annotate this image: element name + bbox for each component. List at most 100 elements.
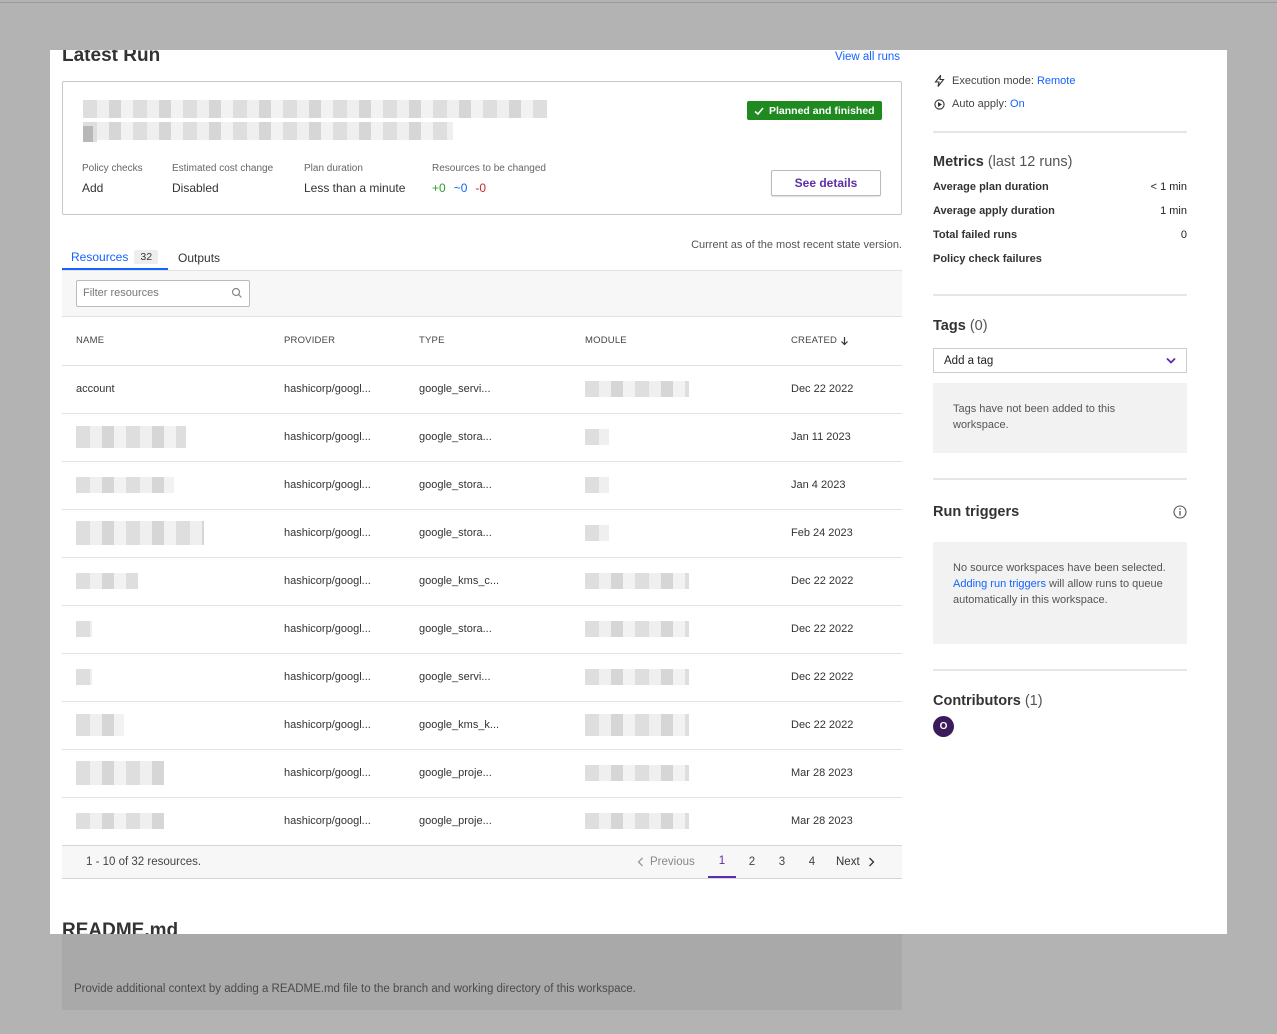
metric-row: Total failed runs 0: [933, 229, 1187, 241]
cell-name[interactable]: account: [62, 365, 270, 414]
cell-type: google_servi...: [405, 653, 571, 702]
see-details-button[interactable]: See details: [771, 170, 881, 196]
name-redacted: [76, 669, 92, 685]
tab-outputs[interactable]: Outputs: [178, 245, 220, 270]
cell-name[interactable]: [62, 749, 270, 798]
cell-created: Jan 4 2023: [777, 461, 902, 510]
name-redacted: [76, 573, 138, 589]
metric-row: Average apply duration 1 min: [933, 205, 1187, 217]
table-row[interactable]: hashicorp/googl... google_proje... Mar 2…: [62, 797, 902, 846]
sidebar-divider: [933, 294, 1187, 296]
table-row[interactable]: hashicorp/googl... google_proje... Mar 2…: [62, 749, 902, 798]
col-name[interactable]: NAME: [62, 317, 270, 366]
table-row[interactable]: hashicorp/googl... google_stora... Jan 4…: [62, 461, 902, 510]
cell-type: google_stora...: [405, 413, 571, 462]
adding-run-triggers-link[interactable]: Adding run triggers: [953, 578, 1046, 590]
resources-changed-label: Resources to be changed: [432, 163, 546, 174]
page-1-button[interactable]: 1: [708, 846, 736, 878]
check-icon: [754, 106, 764, 115]
table-header-row: NAME PROVIDER TYPE MODULE CREATED: [62, 317, 902, 366]
col-module[interactable]: MODULE: [571, 317, 777, 366]
col-created[interactable]: CREATED: [777, 317, 902, 366]
page-3-button[interactable]: 3: [776, 846, 788, 878]
col-provider[interactable]: PROVIDER: [270, 317, 405, 366]
cell-created: Jan 11 2023: [777, 413, 902, 462]
lightning-icon: [934, 75, 945, 87]
metric-label: Policy check failures: [933, 253, 1042, 265]
policy-checks-value: Add: [82, 181, 104, 195]
readme-box-dimmed: [62, 934, 902, 1010]
auto-apply-label: Auto apply:: [952, 98, 1008, 110]
table-row[interactable]: hashicorp/googl... google_kms_c... Dec 2…: [62, 557, 902, 606]
cell-name[interactable]: [62, 557, 270, 606]
col-type[interactable]: TYPE: [405, 317, 571, 366]
cell-type: google_kms_c...: [405, 557, 571, 606]
tags-heading: Tags (0): [933, 318, 988, 334]
cell-created: Feb 24 2023: [777, 509, 902, 558]
tags-count: (0): [969, 318, 988, 334]
cell-type: google_proje...: [405, 749, 571, 798]
tab-resources-label: Resources: [71, 249, 129, 264]
cell-name[interactable]: [62, 653, 270, 702]
cell-type: google_proje...: [405, 797, 571, 846]
cell-type: google_stora...: [405, 605, 571, 654]
cell-name[interactable]: [62, 413, 270, 462]
cell-module: [571, 413, 777, 462]
policy-checks-label: Policy checks: [82, 163, 143, 174]
auto-apply-link[interactable]: On: [1010, 98, 1025, 110]
filter-bar: Filter resources: [62, 270, 902, 317]
add-tag-select[interactable]: Add a tag: [933, 348, 1187, 373]
chevron-left-icon: [637, 857, 643, 867]
name-redacted: [76, 813, 164, 829]
cell-name[interactable]: [62, 797, 270, 846]
view-all-runs-link[interactable]: View all runs: [835, 51, 900, 63]
workspace-panel: Latest Run View all runs Planned and fin…: [50, 50, 1227, 984]
search-icon: [231, 287, 242, 298]
previous-page-button[interactable]: Previous: [637, 846, 695, 878]
module-redacted: [585, 765, 689, 781]
resource-tabs: Resources 32 Outputs Current as of the m…: [62, 239, 902, 270]
add-tag-label: Add a tag: [944, 354, 994, 367]
tags-title: Tags: [933, 318, 966, 334]
cell-module: [571, 797, 777, 846]
info-icon[interactable]: [1173, 505, 1187, 519]
execution-mode-label: Execution mode:: [952, 75, 1034, 87]
page-2-button[interactable]: 2: [746, 846, 758, 878]
latest-run-title: Latest Run: [62, 50, 161, 66]
table-row[interactable]: hashicorp/googl... google_stora... Jan 1…: [62, 413, 902, 462]
metrics-title: Metrics: [933, 154, 984, 170]
tab-resources[interactable]: Resources 32: [62, 245, 168, 270]
cell-created: Dec 22 2022: [777, 557, 902, 606]
table-row[interactable]: hashicorp/googl... google_kms_k... Dec 2…: [62, 701, 902, 750]
resources-change-count: ~0: [453, 181, 468, 195]
cell-provider: hashicorp/googl...: [270, 413, 405, 462]
run-avatar-redacted: [83, 126, 97, 142]
next-page-button[interactable]: Next: [836, 846, 875, 878]
table-row[interactable]: hashicorp/googl... google_servi... Dec 2…: [62, 653, 902, 702]
cell-module: [571, 701, 777, 750]
top-border: [0, 0, 1277, 3]
module-redacted: [585, 813, 689, 829]
table-row[interactable]: account hashicorp/googl... google_servi.…: [62, 365, 902, 414]
cell-name[interactable]: [62, 701, 270, 750]
table-row[interactable]: hashicorp/googl... google_stora... Feb 2…: [62, 509, 902, 558]
cell-name[interactable]: [62, 605, 270, 654]
run-triggers-title: Run triggers: [933, 504, 1020, 520]
filter-resources-input[interactable]: Filter resources: [76, 280, 250, 307]
chevron-down-icon: [1166, 357, 1176, 364]
table-row[interactable]: hashicorp/googl... google_stora... Dec 2…: [62, 605, 902, 654]
cell-name[interactable]: [62, 461, 270, 510]
cell-name[interactable]: [62, 509, 270, 558]
run-triggers-box: No source workspaces have been selected.…: [933, 542, 1187, 644]
cell-provider: hashicorp/googl...: [270, 605, 405, 654]
page-4-button[interactable]: 4: [806, 846, 818, 878]
contributors-heading: Contributors (1): [933, 693, 1043, 709]
pagination-bar: 1 - 10 of 32 resources. Previous 1 2 3 4…: [62, 845, 902, 879]
contributor-avatar[interactable]: O: [933, 716, 954, 737]
execution-mode-link[interactable]: Remote: [1037, 75, 1076, 87]
cell-type: google_servi...: [405, 365, 571, 414]
cell-created: Dec 22 2022: [777, 653, 902, 702]
latest-run-card: Planned and finished Policy checks Add E…: [62, 81, 902, 215]
cell-created: Mar 28 2023: [777, 797, 902, 846]
cost-change-value: Disabled: [172, 181, 219, 195]
